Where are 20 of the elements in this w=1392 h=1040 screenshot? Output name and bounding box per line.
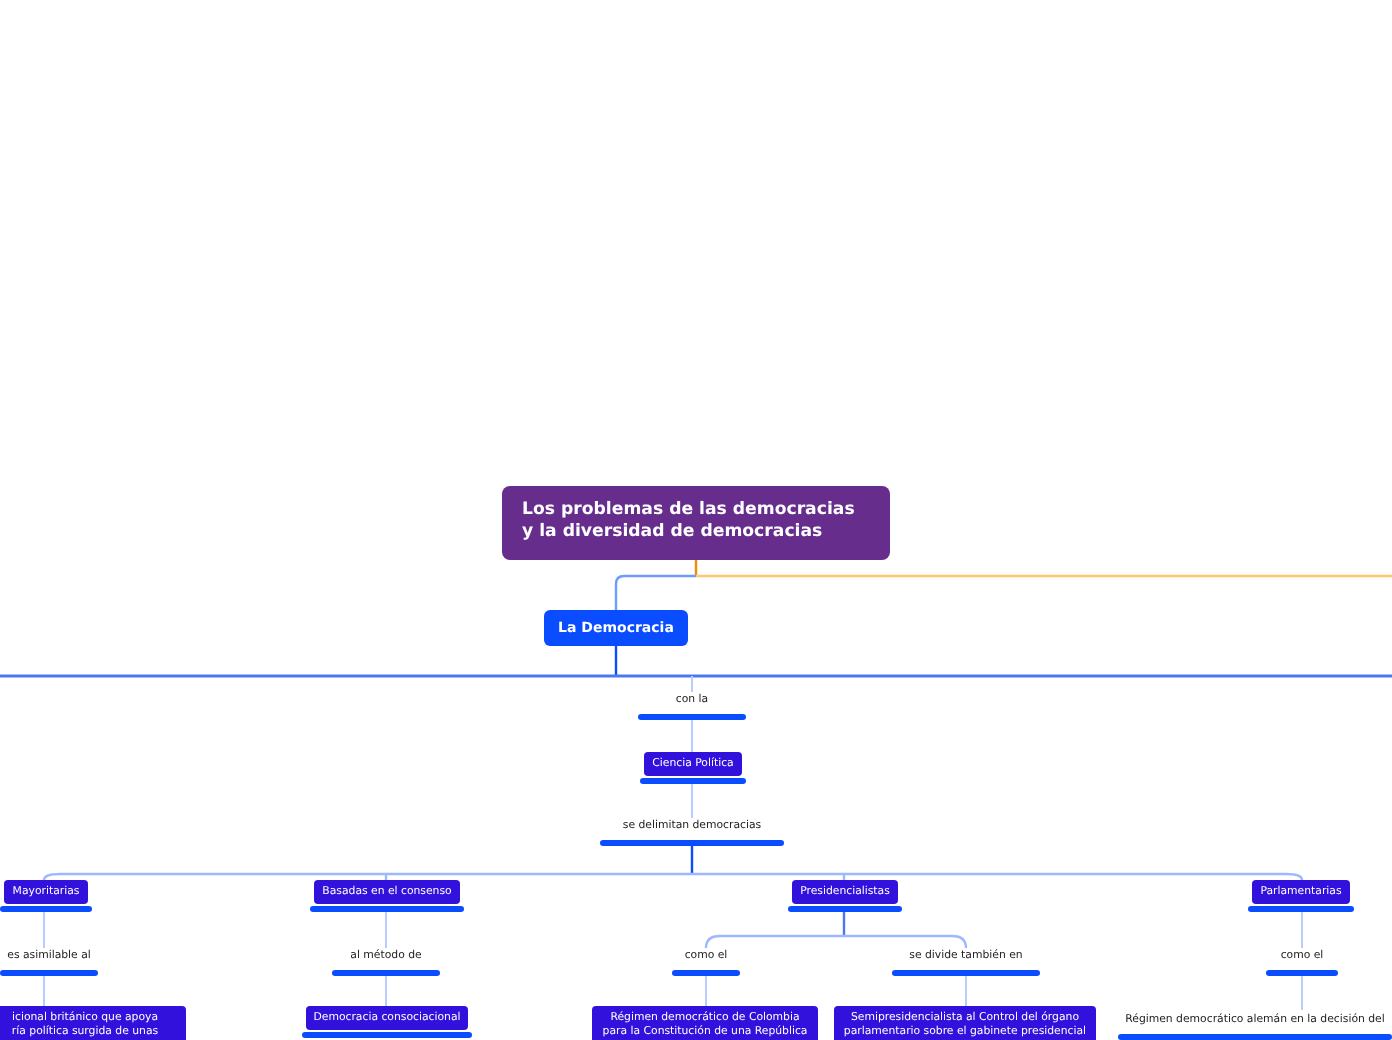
underline-bar (638, 714, 746, 720)
underline-bar (0, 970, 98, 976)
underline-bar (1266, 970, 1338, 976)
underline-bar (640, 778, 746, 784)
connector-line (385, 909, 387, 949)
central-topic[interactable]: Los problemas de las democracias y la diversidad de democracias (502, 486, 890, 560)
underline-bar (332, 970, 440, 976)
underline-bar (0, 906, 92, 912)
connector-line (1301, 973, 1303, 1011)
underline-bar (788, 906, 902, 912)
connector-line (43, 909, 45, 949)
underline-bar (1248, 906, 1354, 912)
connector-line (385, 973, 387, 1007)
connector-line (691, 717, 693, 753)
connector-line (705, 973, 707, 1007)
connector-line (1301, 909, 1303, 949)
connector-line (43, 973, 45, 1007)
connector-line (965, 973, 967, 1007)
underline-bar (672, 970, 740, 976)
connector-line (691, 781, 693, 819)
